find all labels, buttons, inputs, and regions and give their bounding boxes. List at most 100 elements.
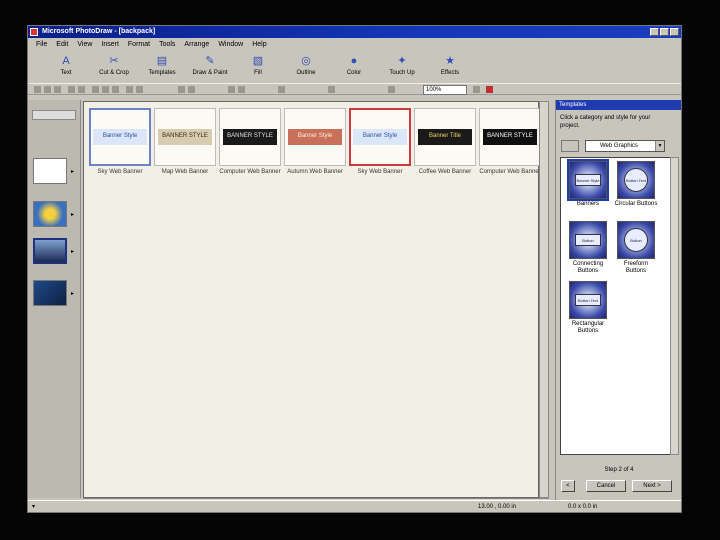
chevron-down-icon[interactable]: ▼ — [655, 141, 664, 151]
style-item-circular-buttons[interactable]: Button Text Circular Buttons — [613, 161, 659, 208]
menu-item-insert[interactable]: Insert — [101, 39, 119, 50]
toolbar-button-effects[interactable]: ★ Effects — [426, 51, 474, 83]
picture-thumbnail-globe[interactable] — [33, 201, 67, 227]
style-item-connecting-buttons[interactable]: Button Connecting Buttons — [565, 221, 611, 275]
status-bar: ▾ 13.00 , 0.00 in 0.0 x 0.0 in — [28, 500, 681, 512]
template-card[interactable]: Banner Style Autumn Web Banner — [284, 108, 346, 176]
style-label: Freeform Buttons — [623, 261, 649, 274]
open-icon[interactable] — [44, 86, 51, 93]
style-item-freeform-buttons[interactable]: Button Freeform Buttons — [613, 221, 659, 275]
minimize-button[interactable] — [650, 28, 659, 36]
menu-item-help[interactable]: Help — [252, 39, 266, 50]
menu-item-tools[interactable]: Tools — [159, 39, 175, 50]
gallery-vertical-scrollbar[interactable] — [539, 101, 549, 498]
picture-thumbnail-backpack[interactable] — [33, 158, 67, 184]
category-select[interactable]: Web Graphics ▼ — [585, 140, 665, 152]
rotate-icon[interactable] — [178, 86, 185, 93]
toolbar-button-color[interactable]: ● Color — [330, 51, 378, 83]
undo-icon[interactable] — [126, 86, 133, 93]
template-card[interactable]: Banner Style Sky Web Banner — [349, 108, 411, 176]
style-list-scrollbar[interactable] — [670, 157, 679, 455]
save-icon[interactable] — [54, 86, 61, 93]
bring-forward-icon[interactable] — [228, 86, 235, 93]
scan-icon[interactable] — [78, 86, 85, 93]
menu-item-file[interactable]: File — [36, 39, 47, 50]
flip-icon[interactable] — [188, 86, 195, 93]
menu-item-arrange[interactable]: Arrange — [184, 39, 209, 50]
template-preview-art: BANNER STYLE — [223, 129, 277, 145]
template-thumbnail[interactable]: BANNER STYLE — [154, 108, 216, 166]
style-thumbnail[interactable]: Button Text — [569, 281, 607, 319]
style-label: Circular Buttons — [614, 201, 658, 207]
thumbnail-arrow-icon[interactable]: ▸ — [71, 211, 74, 218]
thumbnail-arrow-icon[interactable]: ▸ — [71, 248, 74, 255]
copy-icon[interactable] — [102, 86, 109, 93]
zoom-select[interactable]: 100% — [423, 85, 467, 95]
menu-item-view[interactable]: View — [77, 39, 92, 50]
pan-icon[interactable] — [388, 86, 395, 93]
close-button[interactable] — [670, 28, 679, 36]
print-icon[interactable] — [68, 86, 75, 93]
align-icon[interactable] — [278, 86, 285, 93]
template-card[interactable]: BANNER STYLE Computer Web Banner — [219, 108, 281, 176]
toolbar-button-touch-up[interactable]: ✦ Touch Up — [378, 51, 426, 83]
toolbar-button-templates[interactable]: ▤ Templates — [138, 51, 186, 83]
menu-item-format[interactable]: Format — [128, 39, 150, 50]
style-thumbnail[interactable]: Button Text — [617, 161, 655, 199]
brush-icon: ✎ — [205, 55, 215, 67]
group-icon[interactable] — [328, 86, 335, 93]
send-backward-icon[interactable] — [238, 86, 245, 93]
menu-item-edit[interactable]: Edit — [56, 39, 68, 50]
template-thumbnail[interactable]: Banner Style — [349, 108, 411, 166]
thumbnail-arrow-icon[interactable]: ▸ — [71, 168, 74, 175]
templates-icon: ▤ — [156, 55, 168, 67]
toolbar-button-label: Touch Up — [389, 70, 415, 76]
picture-thumbnail-blue[interactable] — [33, 280, 67, 306]
thumbnail-arrow-icon[interactable]: ▸ — [71, 290, 74, 297]
toolbar-button-fill[interactable]: ▧ Fill — [234, 51, 282, 83]
menu-item-window[interactable]: Window — [218, 39, 243, 50]
template-label: Sky Web Banner — [97, 169, 143, 175]
cut-icon[interactable] — [92, 86, 99, 93]
toolbar-button-text[interactable]: A Text — [42, 51, 90, 83]
help-icon[interactable] — [486, 86, 493, 93]
toolbar-button-cut-crop[interactable]: ✂ Cut & Crop — [90, 51, 138, 83]
workpane-instruction: Click a category and style for your proj… — [560, 115, 651, 129]
toolbar-button-draw-paint[interactable]: ✎ Draw & Paint — [186, 51, 234, 83]
template-card[interactable]: Banner Style Sky Web Banner — [89, 108, 151, 176]
style-label: Rectangular Buttons — [571, 321, 605, 334]
template-thumbnail[interactable]: Banner Title — [414, 108, 476, 166]
template-thumbnail[interactable]: BANNER STYLE — [479, 108, 541, 166]
template-label: Map Web Banner — [161, 169, 209, 175]
cancel-button[interactable]: Cancel — [586, 480, 626, 492]
style-label: Connecting Buttons — [572, 261, 604, 274]
new-icon[interactable] — [34, 86, 41, 93]
template-card[interactable]: BANNER STYLE Computer Web Banner — [479, 108, 541, 176]
style-item-banners[interactable]: Banner Style Banners — [565, 159, 611, 208]
picture-thumbnail-sky[interactable] — [33, 238, 67, 264]
style-thumbnail[interactable]: Button — [617, 221, 655, 259]
redo-icon[interactable] — [136, 86, 143, 93]
style-thumbnail[interactable]: Button — [569, 221, 607, 259]
back-button[interactable]: < — [561, 480, 575, 492]
maximize-button[interactable] — [660, 28, 669, 36]
template-preview-art: Banner Title — [418, 129, 472, 145]
toolbar-button-label: Draw & Paint — [192, 70, 228, 76]
template-card[interactable]: BANNER STYLE Map Web Banner — [154, 108, 216, 176]
template-thumbnail[interactable]: Banner Style — [284, 108, 346, 166]
next-button[interactable]: Next > — [632, 480, 672, 492]
style-thumbnail[interactable]: Banner Style — [567, 159, 609, 201]
category-up-button[interactable] — [561, 140, 579, 152]
coordinates-readout: 13.00 , 0.00 in — [478, 504, 517, 510]
toolbar-button-outline[interactable]: ◎ Outline — [282, 51, 330, 83]
template-label: Coffee Web Banner — [418, 169, 472, 175]
style-item-rectangular-buttons[interactable]: Button Text Rectangular Buttons — [565, 281, 611, 335]
template-card[interactable]: Banner Title Coffee Web Banner — [414, 108, 476, 176]
window-title: Microsoft PhotoDraw - [backpack] — [42, 28, 156, 35]
template-thumbnail[interactable]: BANNER STYLE — [219, 108, 281, 166]
zoom-fit-icon[interactable] — [473, 86, 480, 93]
style-preview-art: Banner Style — [575, 174, 601, 186]
paste-icon[interactable] — [112, 86, 119, 93]
template-thumbnail[interactable]: Banner Style — [89, 108, 151, 166]
effects-icon: ★ — [445, 55, 455, 67]
